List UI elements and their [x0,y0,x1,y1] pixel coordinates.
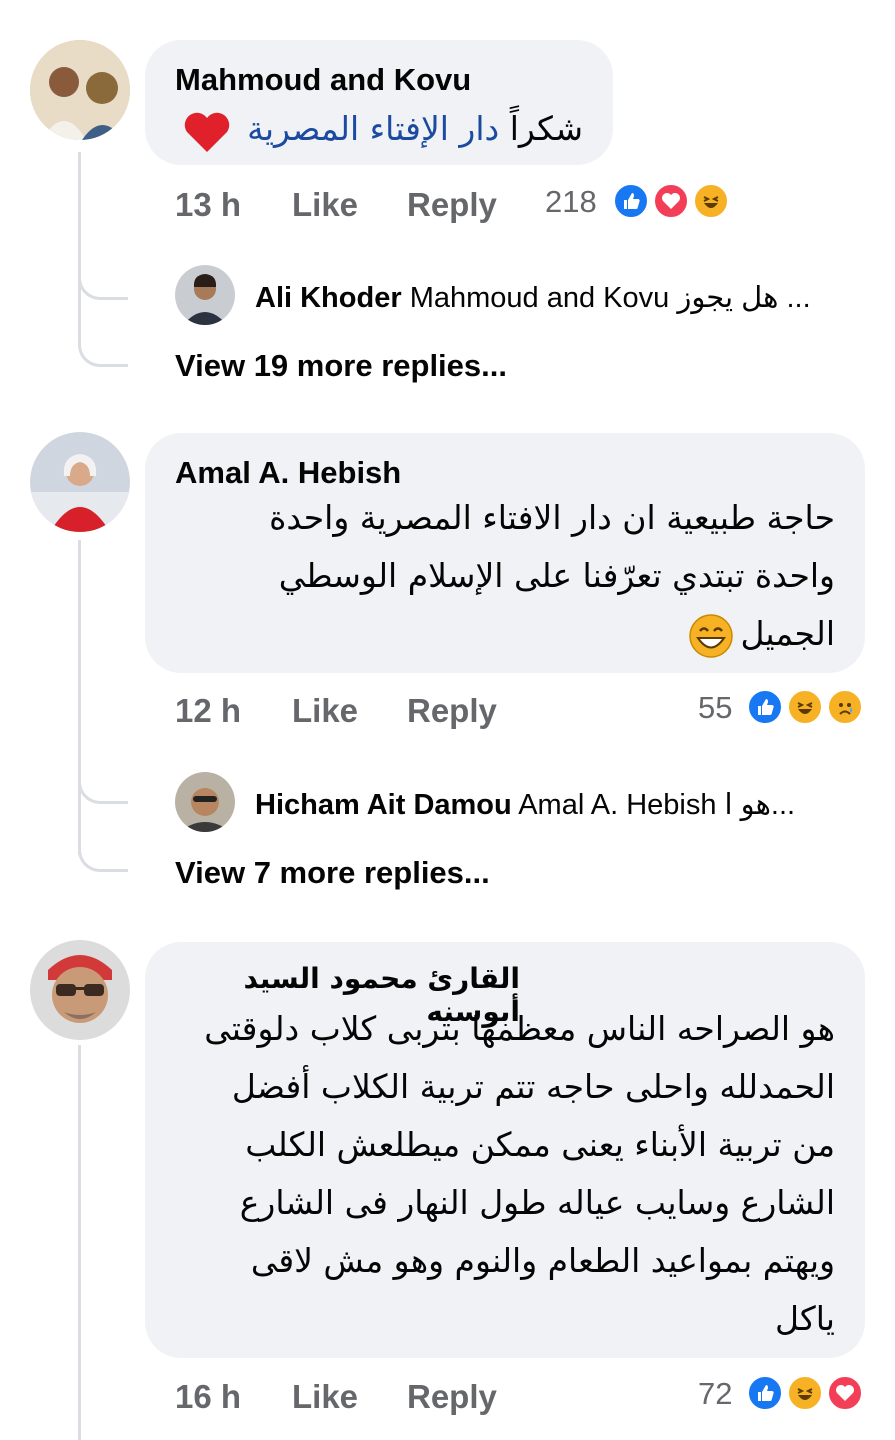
comment-text-start: شكراً [509,109,583,148]
reply-preview[interactable]: Ali Khoder Mahmoud and Kovu ... هل يجوز [255,280,811,315]
avatar[interactable] [30,940,130,1040]
comment-line: حاجة طبيعية ان دار الافتاء المصرية واحدة [269,498,835,537]
avatar-photo-icon [30,940,130,1040]
thread-line [78,1045,81,1440]
reply-snippet: ... هل يجوز [677,282,811,314]
thread-connector [78,345,128,367]
comment-author[interactable]: Amal A. Hebish [175,455,401,491]
like-reaction-icon [612,182,650,220]
comment-line: واحدة تبتدي تعرّفنا على الإسلام الوسطي [278,556,835,595]
reply-mention[interactable]: Amal A. Hebish [518,789,716,821]
like-reaction-icon [746,688,784,726]
avatar-photo-icon [175,772,235,832]
thread-line [78,152,81,347]
comment-line: ويهتم بمواعيد الطعام والنوم وهو مش لاقى [250,1241,835,1280]
like-button[interactable]: Like [292,1378,358,1416]
avatar-photo-icon [30,40,130,140]
thread-line [78,540,81,855]
haha-reaction-icon [786,1374,824,1412]
reaction-count[interactable]: 72 [698,1376,732,1412]
reply-button[interactable]: Reply [407,186,497,224]
view-more-replies[interactable]: View 7 more replies... [175,855,490,891]
page-mention-link[interactable]: دار الإفتاء المصرية [247,109,499,148]
heart-emoji-icon [184,112,230,152]
reply-author[interactable]: Ali Khoder [255,282,402,314]
comment-line: الشارع وسايب عياله طول النهار فى الشارع [239,1183,835,1222]
love-reaction-icon [652,182,690,220]
reply-avatar[interactable] [175,265,235,325]
comment-time[interactable]: 16 h [175,1378,241,1416]
comment-line: الجميل [740,614,835,653]
haha-reaction-icon [692,182,730,220]
comment-bubble[interactable]: Mahmoud and Kovu شكراً دار الإفتاء المصر… [145,40,613,165]
reply-avatar[interactable] [175,772,235,832]
view-more-replies[interactable]: View 19 more replies... [175,348,507,384]
reply-button[interactable]: Reply [407,692,497,730]
comment-line: هو الصراحه الناس معظمها بتربى كلاب دلوقت… [204,1009,835,1048]
thread-connector [78,278,128,300]
avatar-photo-icon [30,432,130,532]
comment-time[interactable]: 13 h [175,186,241,224]
like-reaction-icon [746,1374,784,1412]
reply-preview[interactable]: Hicham Ait Damou Amal A. Hebish ...هو ا [255,787,795,822]
comment-line: الحمدلله واحلى حاجه تتم تربية الكلاب أفض… [231,1067,835,1106]
comment-time[interactable]: 12 h [175,692,241,730]
grinning-emoji-icon [689,614,733,658]
comment-bubble[interactable]: القارئ محمود السيد أبوسنه هو الصراحه الن… [145,942,865,1358]
reply-mention[interactable]: Mahmoud and Kovu [410,282,670,314]
love-reaction-icon [826,1374,864,1412]
like-button[interactable]: Like [292,692,358,730]
comment-line: من تربية الأبناء يعنى ممكن ميطلعش الكلب [245,1125,835,1164]
comment-bubble[interactable]: Amal A. Hebish حاجة طبيعية ان دار الافتا… [145,433,865,673]
reply-snippet: ...هو ا [724,789,796,821]
comment-line: ياكل [775,1299,835,1338]
haha-reaction-icon [786,688,824,726]
comment-author[interactable]: Mahmoud and Kovu [175,62,471,98]
avatar[interactable] [30,40,130,140]
reaction-count[interactable]: 55 [698,690,732,726]
sad-reaction-icon [826,688,864,726]
avatar-photo-icon [175,265,235,325]
avatar[interactable] [30,432,130,532]
comment-text: شكراً دار الإفتاء المصرية [247,100,583,158]
reply-button[interactable]: Reply [407,1378,497,1416]
thread-connector [78,782,128,804]
reaction-count[interactable]: 218 [545,184,597,220]
reply-author[interactable]: Hicham Ait Damou [255,789,512,821]
like-button[interactable]: Like [292,186,358,224]
thread-connector [78,850,128,872]
